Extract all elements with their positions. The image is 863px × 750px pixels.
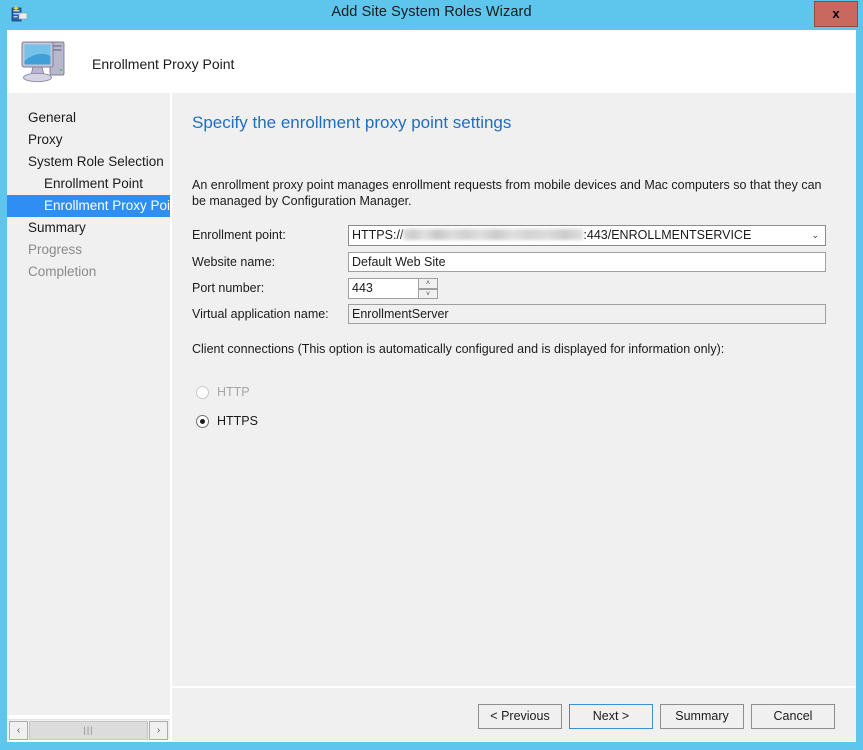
wizard-window: Add Site System Roles Wizard x Enrollmen… (0, 0, 863, 750)
spinner-down-icon[interactable]: ˅ (418, 288, 438, 299)
sidebar-item-summary[interactable]: Summary (7, 217, 170, 239)
header-title: Enrollment Proxy Point (92, 56, 235, 73)
wizard-header: Enrollment Proxy Point (7, 30, 856, 92)
redacted-hostname (403, 229, 584, 240)
website-name-input[interactable]: Default Web Site (348, 252, 826, 272)
page-title: Specify the enrollment proxy point setti… (192, 113, 512, 132)
radio-http-label: HTTP (217, 385, 250, 399)
enrollment-point-label: Enrollment point: (192, 228, 286, 242)
spinner-up-icon[interactable]: ˄ (418, 278, 438, 289)
next-button[interactable]: Next > (569, 704, 653, 729)
website-name-label: Website name: (192, 255, 276, 269)
previous-button[interactable]: < Previous (478, 704, 562, 729)
wizard-steps-nav: General Proxy System Role Selection Enro… (7, 93, 181, 715)
sidebar-item-progress: Progress (7, 239, 170, 261)
port-number-input[interactable]: 443 (348, 278, 419, 299)
nav-label: Enrollment Proxy Point (44, 198, 182, 213)
nav-label: Proxy (28, 132, 63, 147)
nav-list: General Proxy System Role Selection Enro… (7, 107, 181, 283)
scroll-left-arrow-icon[interactable]: ‹ (9, 721, 28, 740)
sidebar-item-enrollment-proxy-point[interactable]: Enrollment Proxy Point (7, 195, 181, 217)
enrollment-point-value-suffix: :443/ENROLLMENTSERVICE (583, 228, 752, 242)
radio-unchecked-icon (196, 386, 209, 399)
close-button[interactable]: x (814, 1, 858, 27)
scrollbar-thumb[interactable]: ||| (29, 721, 148, 740)
nav-horizontal-scrollbar[interactable]: ‹ ||| › (7, 719, 170, 740)
sidebar-item-proxy[interactable]: Proxy (7, 129, 170, 151)
footer-bar: < Previous Next > Summary Cancel (172, 688, 856, 741)
spinner-buttons[interactable]: ˄ ˅ (418, 278, 438, 299)
sidebar-item-enrollment-point[interactable]: Enrollment Point (7, 173, 170, 195)
radio-checked-icon[interactable] (196, 415, 209, 428)
client-connections-label: Client connections (This option is autom… (192, 342, 725, 356)
sidebar-item-completion: Completion (7, 261, 170, 283)
chevron-down-icon[interactable]: ⌄ (811, 226, 819, 245)
summary-button[interactable]: Summary (660, 704, 744, 729)
title-bar: Add Site System Roles Wizard x (0, 0, 863, 28)
scroll-right-arrow-icon[interactable]: › (149, 721, 168, 740)
sidebar-item-system-role-selection[interactable]: System Role Selection (7, 151, 170, 173)
cancel-button[interactable]: Cancel (751, 704, 835, 729)
main-panel: Specify the enrollment proxy point setti… (172, 93, 856, 687)
nav-label: Enrollment Point (44, 176, 144, 191)
nav-label: System Role Selection (28, 154, 164, 169)
nav-label: Progress (28, 242, 83, 257)
enrollment-point-combobox[interactable]: HTTPS:// :443/ENROLLMENTSERVICE ⌄ (348, 225, 826, 246)
enrollment-point-value-prefix: HTTPS:// (352, 228, 404, 242)
virtual-application-name-label: Virtual application name: (192, 307, 329, 321)
window-title: Add Site System Roles Wizard (331, 4, 532, 20)
virtual-application-name-input: EnrollmentServer (348, 304, 826, 324)
nav-label: Completion (28, 264, 97, 279)
computer-icon (18, 34, 74, 88)
port-number-stepper[interactable]: 443 ˄ ˅ (348, 278, 438, 299)
nav-label: General (28, 110, 77, 125)
radio-https-label: HTTPS (217, 414, 258, 428)
page-description: An enrollment proxy point manages enroll… (192, 178, 822, 208)
sidebar-item-general[interactable]: General (7, 107, 170, 129)
port-number-label: Port number: (192, 281, 265, 295)
nav-label: Summary (28, 220, 86, 235)
